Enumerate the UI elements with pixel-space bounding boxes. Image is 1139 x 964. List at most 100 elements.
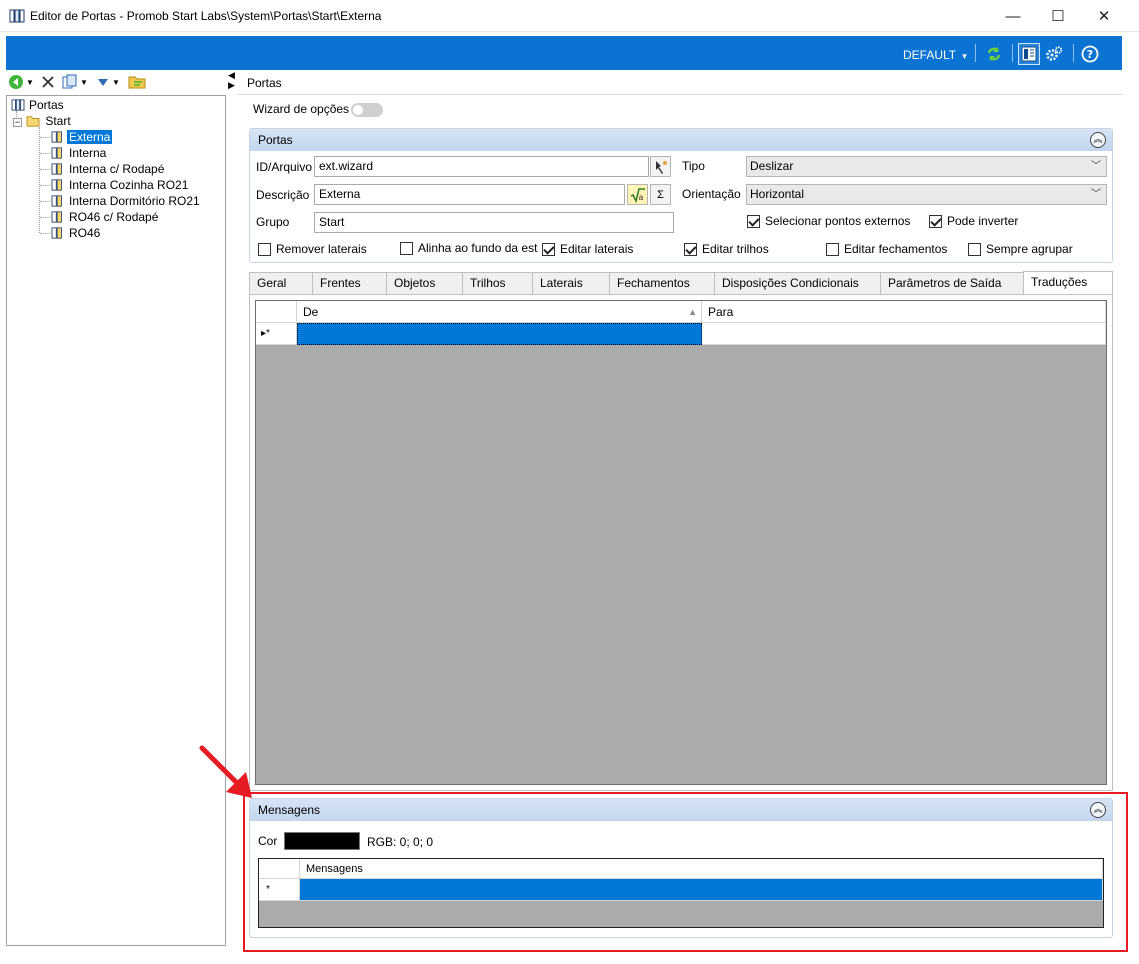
close-icon: ✕ (1097, 8, 1111, 25)
door-icon (51, 211, 62, 223)
tipo-label: Tipo (682, 159, 705, 173)
tree-folder-start[interactable]: − Start (13, 113, 73, 129)
tree-item-ro46[interactable]: RO46 (51, 225, 102, 241)
help-button[interactable]: ? (1079, 43, 1101, 65)
tree-item-interna[interactable]: Interna (51, 145, 108, 161)
group-field[interactable]: Start (314, 212, 674, 233)
door-icon (51, 227, 62, 239)
tree-item-label: RO46 c/ Rodapé (69, 210, 159, 224)
check-pode-inverter[interactable]: Pode inverter (929, 214, 1018, 228)
folder-icon (128, 76, 146, 89)
checkbox-icon (684, 242, 697, 256)
ribbon-separator (975, 44, 976, 62)
tree-root-portas[interactable]: Portas (11, 97, 66, 113)
tab-laterais[interactable]: Laterais (532, 272, 610, 294)
sigma-icon: Σ (657, 188, 664, 201)
tree-connector (40, 153, 50, 154)
doors-icon (11, 99, 25, 111)
door-icon (51, 131, 62, 143)
cell-de-new[interactable] (297, 323, 702, 345)
checkbox-icon (929, 214, 942, 228)
description-field[interactable]: Externa (314, 184, 625, 205)
check-sempre-agrupar[interactable]: Sempre agrupar (968, 242, 1073, 256)
chevron-down-icon: ▾ (962, 51, 967, 61)
orientation-select-value: Horizontal (750, 187, 805, 201)
tab-objetos[interactable]: Objetos (386, 272, 463, 294)
check-remover-laterais[interactable]: Remover laterais (258, 242, 367, 256)
formula-button[interactable]: a (627, 184, 648, 205)
door-tree[interactable]: Portas − Start Externa Interna Interna c… (6, 95, 226, 946)
column-header-de[interactable]: De ▲ (297, 301, 702, 323)
checkbox-icon (826, 242, 839, 256)
collapse-up-icon[interactable]: ︽ (1090, 132, 1106, 148)
close-button[interactable]: ✕ (1081, 0, 1127, 32)
tree-item-interna-rodape[interactable]: Interna c/ Rodapé (51, 161, 166, 177)
check-label: Sempre agrupar (986, 242, 1073, 256)
folder-icon (26, 116, 40, 127)
description-label: Descrição (256, 188, 310, 202)
refresh-button[interactable] (983, 43, 1005, 65)
orientation-select[interactable]: Horizontal ﹀ (746, 184, 1107, 205)
refresh-icon (987, 47, 1001, 61)
delete-button[interactable] (41, 74, 55, 90)
tree-connector (40, 217, 50, 218)
maximize-icon: ☐ (1051, 8, 1065, 25)
check-editar-laterais[interactable]: Editar laterais (542, 242, 633, 256)
tree-connector (40, 169, 50, 170)
move-down-button[interactable]: ▼ (96, 74, 120, 90)
layout-view-button[interactable] (1018, 43, 1040, 65)
tree-connector (40, 233, 50, 234)
tree-item-externa[interactable]: Externa (51, 129, 113, 145)
check-label: Alinha ao fundo da est (418, 241, 538, 255)
minimize-button[interactable]: — (990, 0, 1036, 32)
row-header-corner (256, 301, 297, 323)
tab-traducoes[interactable]: Traduções (1023, 271, 1113, 295)
copy-button[interactable]: ▼ (62, 74, 88, 90)
dropdown-arrow-icon: ▼ (26, 77, 34, 87)
open-folder-button[interactable] (128, 74, 146, 90)
check-editar-fechamentos[interactable]: Editar fechamentos (826, 242, 947, 256)
id-field[interactable]: ext.wizard (314, 156, 649, 177)
column-label: De (303, 305, 319, 319)
settings-button[interactable] (1043, 43, 1065, 65)
maximize-button[interactable]: ☐ (1035, 0, 1081, 32)
check-editar-trilhos[interactable]: Editar trilhos (684, 242, 769, 256)
orientation-label: Orientação (682, 187, 741, 201)
tree-item-interna-dormitorio[interactable]: Interna Dormitório RO21 (51, 193, 202, 209)
tipo-select[interactable]: Deslizar ﹀ (746, 156, 1107, 177)
tree-folder-label: Start (45, 114, 71, 128)
back-icon (9, 75, 23, 89)
copy-icon (62, 74, 77, 89)
cell-para-new[interactable] (702, 323, 1106, 345)
tree-item-ro46-rodape[interactable]: RO46 c/ Rodapé (51, 209, 160, 225)
check-alinha-fundo[interactable]: Alinha ao fundo da est (400, 241, 537, 255)
file-pick-button[interactable] (650, 156, 671, 177)
highlight-frame (243, 792, 1128, 952)
check-label: Selecionar pontos externos (765, 214, 911, 228)
tree-item-interna-cozinha[interactable]: Interna Cozinha RO21 (51, 177, 190, 193)
collapse-toggle-icon[interactable]: − (13, 118, 22, 127)
splitter-toggle[interactable]: ◀ ▶ (228, 70, 235, 90)
id-label: ID/Arquivo (256, 160, 313, 174)
check-selecionar-pontos[interactable]: Selecionar pontos externos (747, 214, 910, 228)
tab-trilhos[interactable]: Trilhos (462, 272, 533, 294)
tab-frentes[interactable]: Frentes (312, 272, 387, 294)
sigma-button[interactable]: Σ (650, 184, 671, 205)
check-label: Pode inverter (947, 214, 1019, 228)
portas-group-header: Portas ︽ (250, 129, 1112, 151)
tab-fechamentos[interactable]: Fechamentos (609, 272, 715, 294)
checkbox-icon (258, 242, 271, 256)
title-bar: Editor de Portas - Promob Start Labs\Sys… (0, 0, 1139, 32)
tree-connector (40, 185, 50, 186)
expand-right-icon: ▶ (228, 80, 235, 90)
tab-geral[interactable]: Geral (249, 272, 313, 294)
back-button[interactable]: ▼ (8, 74, 34, 90)
profile-dropdown[interactable]: DEFAULT ▾ (903, 48, 967, 62)
translations-grid[interactable]: De ▲ Para ▸* (255, 300, 1107, 785)
wizard-toggle[interactable] (351, 103, 383, 117)
column-header-para[interactable]: Para (702, 301, 1106, 323)
door-icon (51, 147, 62, 159)
tab-parametros-saida[interactable]: Parâmetros de Saída (880, 272, 1024, 294)
tab-disposicoes[interactable]: Disposições Condicionais (714, 272, 881, 294)
dropdown-arrow-icon: ▼ (112, 77, 120, 87)
